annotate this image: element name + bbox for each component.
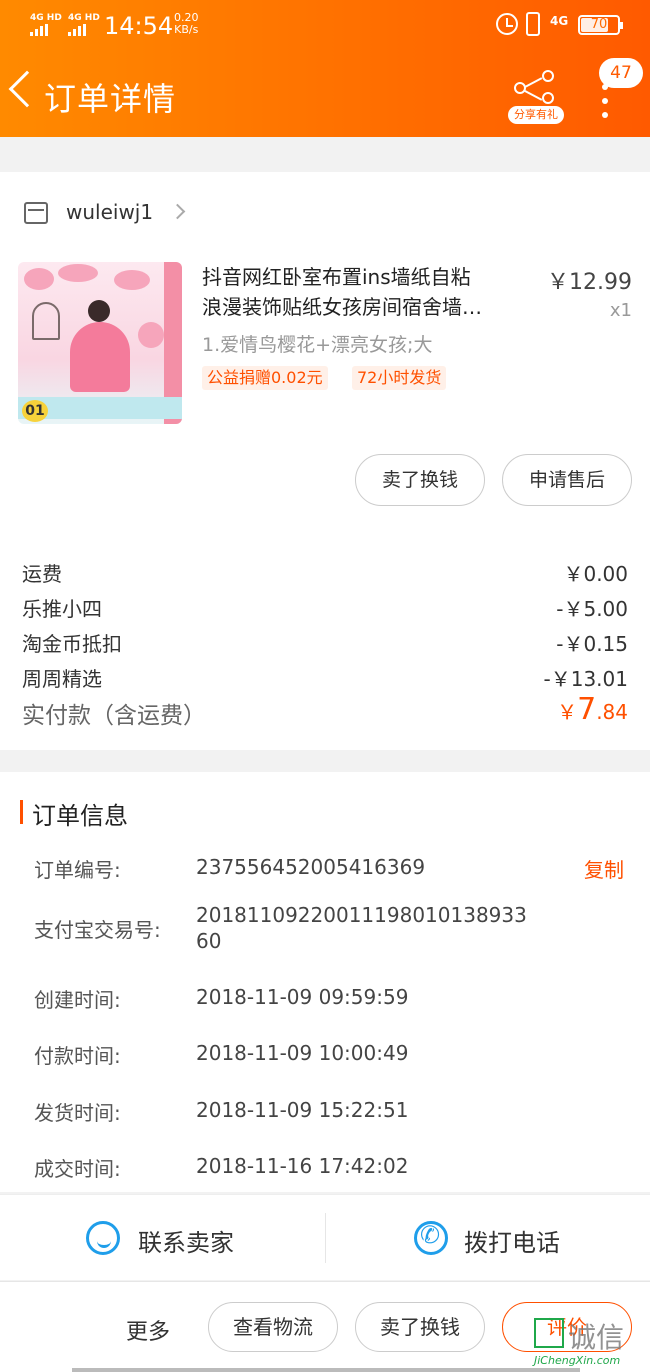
fee-label: 乐推小四 <box>22 597 102 621</box>
chevron-right-icon <box>169 203 186 220</box>
page-title: 订单详情 <box>44 80 177 118</box>
product-title-line1: 抖音网红卧室布置ins墙纸自粘 <box>202 265 471 289</box>
watermark-text: 诚信 <box>568 1321 625 1354</box>
shop-icon <box>24 202 48 224</box>
deal-time-label: 成交时间: <box>34 1157 121 1181</box>
order-number-value: 237556452005416369 <box>196 855 426 879</box>
fee-value: -￥5.00 <box>556 597 628 621</box>
resell-bottom-button[interactable]: 卖了换钱 <box>355 1302 485 1352</box>
resell-button[interactable]: 卖了换钱 <box>355 454 485 506</box>
network-speed: 0.20 KB/s <box>174 12 199 36</box>
contact-seller-button[interactable]: 联系卖家 <box>0 1195 325 1281</box>
order-item-card: wuleiwj1 01 抖音网红卧室布置ins墙纸自粘 浪漫装饰贴纸女孩房间宿舍… <box>0 172 650 750</box>
sim1-label: 4G HD <box>30 13 62 23</box>
sim2-label: 4G HD <box>68 13 100 23</box>
status-bar: 4G HD 4G HD 14:54 0.20 KB/s 4G 70 <box>0 0 650 52</box>
product-thumbnail[interactable]: 01 <box>18 262 182 424</box>
charity-tag: 公益捐赠0.02元 <box>202 366 328 390</box>
deal-time-value: 2018-11-16 17:42:02 <box>196 1154 409 1178</box>
after-sales-button[interactable]: 申请售后 <box>502 454 632 506</box>
section-accent <box>20 800 23 824</box>
share-button[interactable]: 分享有礼 <box>508 68 564 124</box>
created-time-label: 创建时间: <box>34 988 121 1012</box>
battery-level: 70 <box>590 17 608 32</box>
order-info-card: 订单信息 订单编号: 237556452005416369 复制 支付宝交易号:… <box>0 772 650 1192</box>
vibrate-icon <box>526 12 540 36</box>
fee-label: 淘金币抵扣 <box>22 632 122 656</box>
watermark-url: JiChengXin.com <box>534 1354 621 1367</box>
product-title[interactable]: 抖音网红卧室布置ins墙纸自粘 浪漫装饰贴纸女孩房间宿舍墙… <box>202 262 542 322</box>
fee-row-discount-1: 乐推小四 -￥5.00 <box>22 593 628 622</box>
sim1-signal-icon: 4G HD <box>30 12 62 23</box>
back-arrow-icon[interactable] <box>8 70 46 108</box>
chat-smile-icon <box>86 1221 120 1255</box>
alipay-trade-label: 支付宝交易号: <box>34 918 161 942</box>
product-title-line2: 浪漫装饰贴纸女孩房间宿舍墙… <box>202 295 482 319</box>
call-phone-button[interactable]: 拨打电话 <box>326 1195 650 1281</box>
fee-row-shipping: 运费 ￥0.00 <box>22 558 628 587</box>
top-bar: 4G HD 4G HD 14:54 0.20 KB/s 4G 70 订单详情 分… <box>0 0 650 137</box>
copy-button[interactable]: 复制 <box>584 854 624 883</box>
shipping-tag: 72小时发货 <box>352 366 447 390</box>
speed-unit: KB/s <box>174 23 199 36</box>
call-phone-label: 拨打电话 <box>464 1229 560 1257</box>
order-number-label: 订单编号: <box>34 858 121 882</box>
shipped-time-label: 发货时间: <box>34 1101 121 1125</box>
section-title: 订单信息 <box>32 802 128 830</box>
fee-value: -￥0.15 <box>556 632 628 656</box>
total-amount: ￥7.84 <box>557 692 628 727</box>
fee-row-weekly: 周周精选 -￥13.01 <box>22 663 628 692</box>
view-logistics-button[interactable]: 查看物流 <box>208 1302 338 1352</box>
network-type: 4G <box>550 14 569 28</box>
shipped-time-value: 2018-11-09 15:22:51 <box>196 1098 409 1122</box>
created-time-value: 2018-11-09 09:59:59 <box>196 985 409 1009</box>
total-decimal: .84 <box>596 700 628 724</box>
more-menu-icon[interactable] <box>600 84 610 126</box>
fee-value: ￥0.00 <box>563 562 628 586</box>
battery-icon: 70 <box>578 15 623 35</box>
sim2-bars-icon <box>68 24 88 36</box>
watermark-logo-icon <box>534 1318 564 1348</box>
fee-row-coins: 淘金币抵扣 -￥0.15 <box>22 628 628 657</box>
thumbnail-number: 01 <box>22 400 48 422</box>
shop-name: wuleiwj1 <box>66 200 154 224</box>
fee-label: 周周精选 <box>22 667 102 691</box>
home-indicator <box>72 1368 580 1372</box>
paid-time-value: 2018-11-09 10:00:49 <box>196 1041 409 1065</box>
total-currency: ￥ <box>557 700 578 724</box>
product-sku: 1.爱情鸟樱花+漂亮女孩;大 <box>202 334 433 356</box>
alipay-trade-value: 2018110922001119801013893360 <box>196 903 527 953</box>
more-button[interactable]: 更多 <box>126 1314 170 1346</box>
contact-seller-label: 联系卖家 <box>138 1229 234 1257</box>
clock: 14:54 <box>104 12 174 40</box>
sim2-signal-icon: 4G HD <box>68 12 100 23</box>
contact-bar: 联系卖家 拨打电话 <box>0 1194 650 1280</box>
paid-time-label: 付款时间: <box>34 1044 121 1068</box>
product-price: ￥12.99 <box>547 270 632 295</box>
total-integer: 7 <box>577 692 597 727</box>
nav-bar: 订单详情 分享有礼 47 <box>0 58 650 130</box>
share-label: 分享有礼 <box>508 106 564 124</box>
fee-value: -￥13.01 <box>543 667 628 691</box>
fee-label: 运费 <box>22 562 62 586</box>
sim1-bars-icon <box>30 24 50 36</box>
watermark: 诚信 JiChengXin.com <box>534 1316 650 1372</box>
notification-badge: 47 <box>599 58 643 88</box>
phone-icon <box>414 1221 448 1255</box>
alarm-icon <box>496 13 518 35</box>
product-quantity: x1 <box>609 300 632 321</box>
total-label: 实付款（含运费） <box>22 703 206 729</box>
